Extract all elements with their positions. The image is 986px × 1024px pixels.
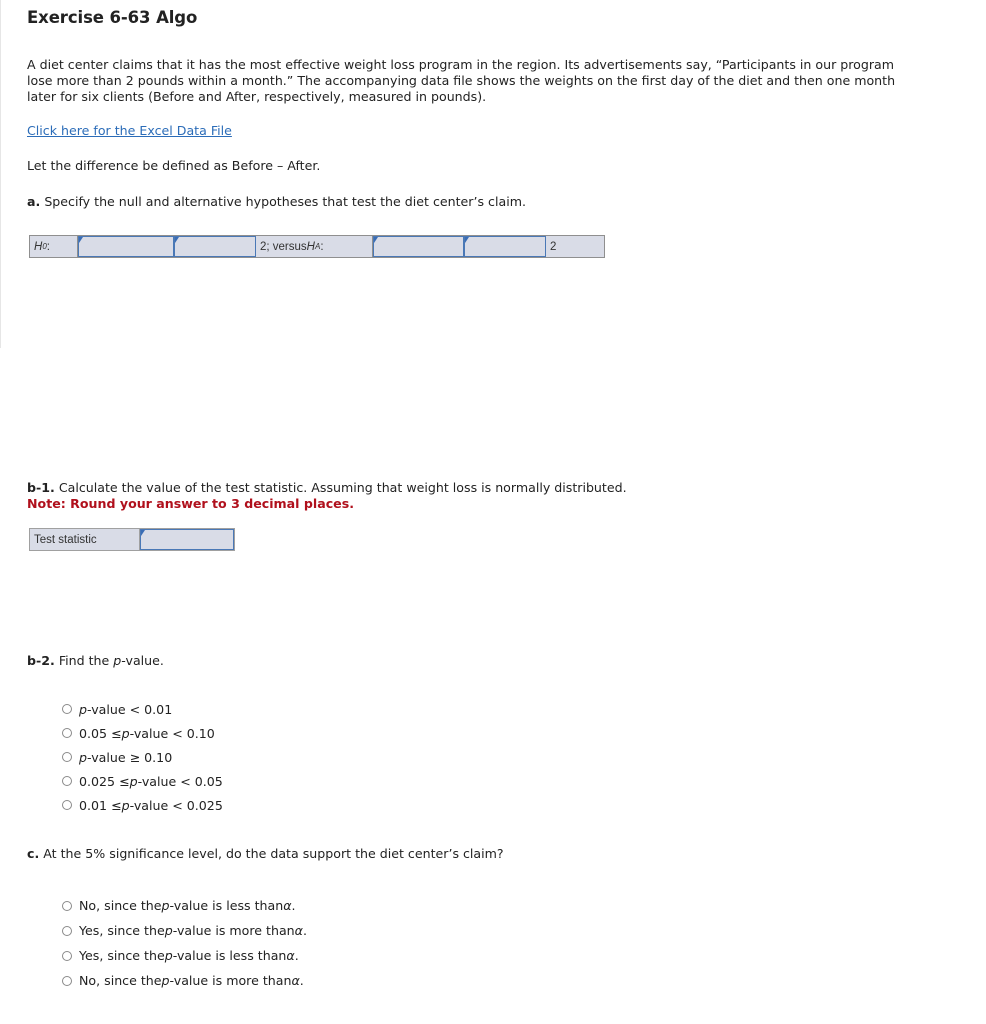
part-a-text: Specify the null and alternative hypothe… <box>44 194 526 209</box>
radio-button-icon[interactable] <box>62 704 72 714</box>
part-a-prompt: a. Specify the null and alternative hypo… <box>27 194 526 209</box>
h0-operator-dropdown[interactable] <box>174 236 256 257</box>
conclusion-option[interactable]: No, since the p -value is more than α. <box>62 968 307 993</box>
radio-button-icon[interactable] <box>62 728 72 738</box>
conclusion-option[interactable]: Yes, since the p -value is more than α. <box>62 918 307 943</box>
p-value-option[interactable]: 0.025 ≤ p -value < 0.05 <box>62 769 223 793</box>
h0-label-cell: H0: <box>30 236 78 257</box>
h0-parameter-dropdown[interactable] <box>78 236 174 257</box>
p-value-option[interactable]: p -value ≥ 0.10 <box>62 745 223 769</box>
excel-data-file-link[interactable]: Click here for the Excel Data File <box>27 123 232 138</box>
h0-value: 2; versus <box>260 240 307 253</box>
part-c-text: At the 5% significance level, do the dat… <box>43 846 504 861</box>
radio-button-icon[interactable] <box>62 776 72 786</box>
test-statistic-input[interactable] <box>140 529 234 550</box>
radio-button-icon[interactable] <box>62 752 72 762</box>
test-statistic-label: Test statistic <box>30 529 140 550</box>
problem-description: A diet center claims that it has the mos… <box>27 57 896 104</box>
conclusion-options: No, since the p -value is less than α. Ye… <box>62 893 307 993</box>
p-value-options: p -value < 0.01 0.05 ≤ p -value < 0.10 p -v… <box>62 697 223 817</box>
rounding-note: Note: Round your answer to 3 decimal pla… <box>27 496 354 511</box>
part-b2-prompt: b-2. Find the p-value. <box>27 653 164 668</box>
test-statistic-table: Test statistic <box>29 528 235 551</box>
p-value-option[interactable]: p -value < 0.01 <box>62 697 223 721</box>
radio-button-icon[interactable] <box>62 925 72 936</box>
radio-button-icon[interactable] <box>62 900 72 911</box>
radio-button-icon[interactable] <box>62 800 72 810</box>
part-b2-label: b-2. <box>27 653 55 668</box>
difference-definition: Let the difference be defined as Before … <box>27 158 321 173</box>
h0-label: H <box>34 240 43 253</box>
part-c-label: c. <box>27 846 40 861</box>
part-a-label: a. <box>27 194 41 209</box>
ha-operator-dropdown[interactable] <box>464 236 546 257</box>
p-value-option[interactable]: 0.01 ≤ p -value < 0.025 <box>62 793 223 817</box>
conclusion-option[interactable]: Yes, since the p -value is less than α. <box>62 943 307 968</box>
radio-button-icon[interactable] <box>62 950 72 961</box>
radio-button-icon[interactable] <box>62 975 72 986</box>
left-divider <box>0 0 1 348</box>
part-c-prompt: c. At the 5% significance level, do the … <box>27 846 504 861</box>
h0-value-cell: 2; versus HA: <box>256 236 373 257</box>
ha-value-cell: 2 <box>546 236 604 257</box>
part-b1-label: b-1. <box>27 480 55 495</box>
ha-parameter-dropdown[interactable] <box>373 236 464 257</box>
ha-value: 2 <box>550 240 557 253</box>
hypotheses-table: H0: 2; versus HA: 2 <box>29 235 605 258</box>
exercise-title: Exercise 6-63 Algo <box>27 8 198 27</box>
ha-label: H <box>306 240 315 253</box>
part-b1-text: Calculate the value of the test statisti… <box>58 480 627 495</box>
conclusion-option[interactable]: No, since the p -value is less than α. <box>62 893 307 918</box>
p-value-option[interactable]: 0.05 ≤ p -value < 0.10 <box>62 721 223 745</box>
part-b1-prompt: b-1. Calculate the value of the test sta… <box>27 480 627 495</box>
